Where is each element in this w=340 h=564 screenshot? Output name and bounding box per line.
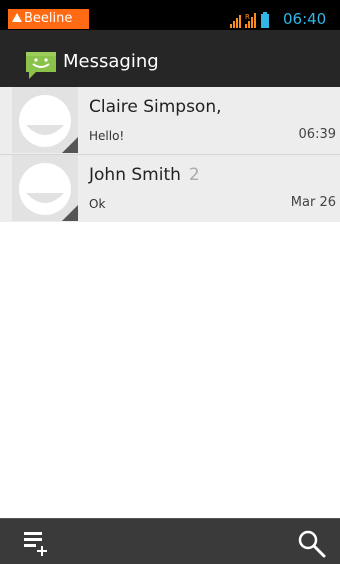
page-title: Messaging bbox=[63, 51, 159, 72]
battery-icon bbox=[261, 12, 269, 28]
carrier-label: Beeline bbox=[8, 9, 89, 29]
message-count: 2 bbox=[188, 165, 200, 185]
message-time: 06:39 bbox=[298, 127, 336, 142]
status-time: 06:40 bbox=[283, 10, 327, 28]
conversation-row[interactable]: Claire Simpson, Hello! 06:39 bbox=[0, 87, 340, 154]
warning-icon bbox=[12, 13, 22, 22]
signal-battery-icons: R bbox=[230, 12, 269, 28]
carrier-name: Beeline bbox=[24, 11, 73, 26]
contact-avatar[interactable] bbox=[12, 87, 78, 153]
messaging-screen: Beeline R 06:40 Messaging Claire Simpson… bbox=[0, 0, 340, 564]
contact-name-text: Claire Simpson, bbox=[89, 97, 222, 117]
contact-name: John Smith 2 bbox=[89, 165, 200, 185]
search-icon[interactable] bbox=[296, 528, 330, 560]
status-bar: Beeline R 06:40 bbox=[0, 0, 340, 30]
roaming-signal-icon: R bbox=[245, 13, 256, 28]
messaging-app-icon[interactable] bbox=[24, 50, 58, 82]
svg-text:R: R bbox=[245, 13, 250, 21]
message-snippet: Hello! bbox=[89, 129, 125, 143]
message-snippet: Ok bbox=[89, 197, 106, 211]
conversation-row[interactable]: John Smith 2 Ok Mar 26 bbox=[0, 154, 340, 222]
contact-name-text: John Smith bbox=[89, 165, 181, 185]
contact-name: Claire Simpson, bbox=[89, 97, 230, 117]
signal-icon bbox=[230, 15, 241, 28]
contact-avatar[interactable] bbox=[12, 155, 78, 221]
message-time: Mar 26 bbox=[290, 195, 336, 210]
new-message-icon[interactable] bbox=[24, 530, 64, 558]
name-fade-overlay bbox=[220, 93, 270, 123]
